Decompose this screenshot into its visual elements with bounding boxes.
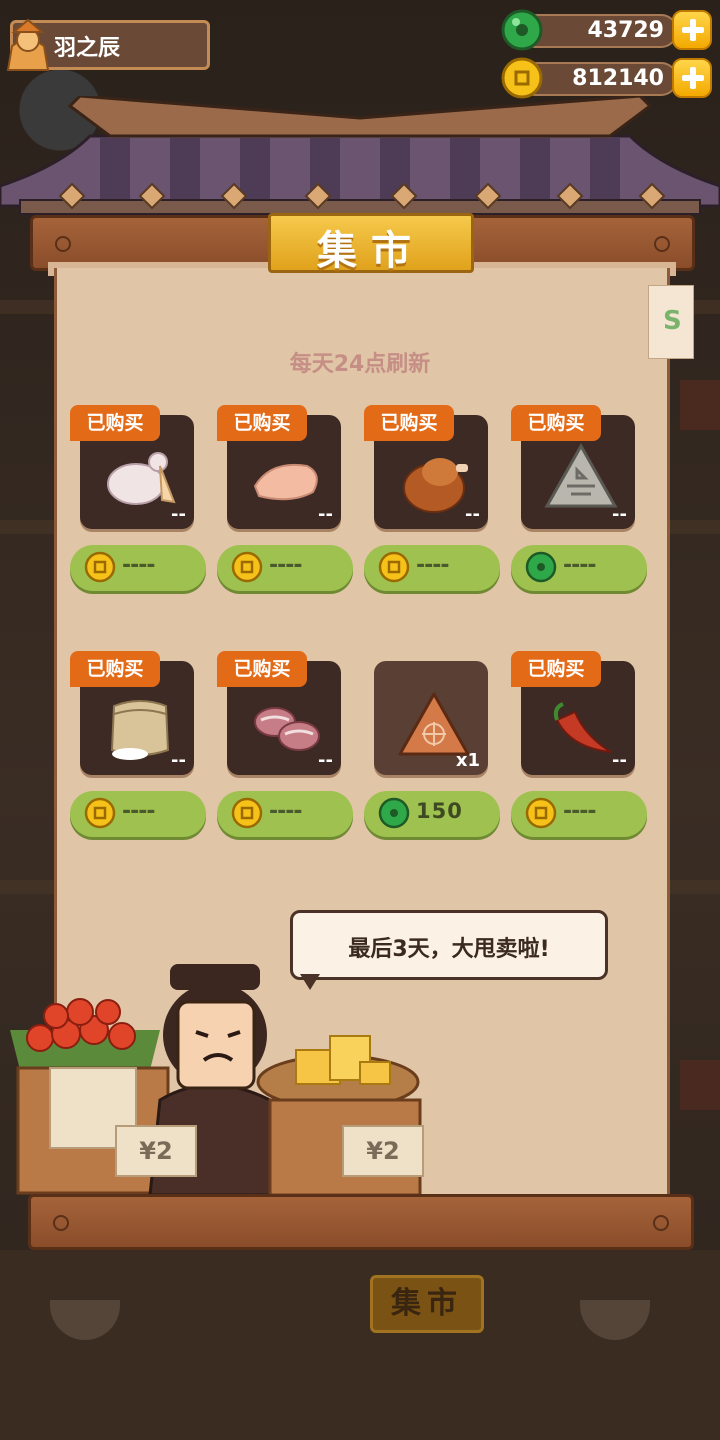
shop-item[interactable]: -- 已购买 ---- [70,405,210,595]
stone-tablet-icon [544,442,618,508]
chili-pepper-icon [553,702,612,753]
coin-amount: 812140 [572,66,664,91]
refresh-note: 每天24点刷新 [289,352,431,377]
buy-button[interactable]: ---- [217,545,353,591]
buy-button[interactable]: ---- [70,545,206,591]
background-stall-sign: 集市 [370,1275,484,1333]
flour-sack-icon [110,700,170,760]
coin-icon [84,551,116,583]
coin-icon [231,551,263,583]
shop-item[interactable]: -- 已购买 ---- [70,651,210,841]
item-quantity: -- [465,504,480,525]
price-text: ---- [416,553,450,578]
price-text: ---- [563,553,597,578]
background-counter [0,1250,720,1440]
purchased-badge: 已购买 [511,651,601,687]
nail-icon [654,236,670,252]
price-text: ---- [122,553,156,578]
price-text: ---- [122,799,156,824]
coin-icon [84,797,116,829]
player-name: 羽之辰 [54,36,121,61]
jade-icon [378,797,410,829]
price-text: ---- [563,799,597,824]
purchased-badge: 已购买 [364,405,454,441]
item-quantity: -- [171,504,186,525]
buy-button[interactable]: ---- [364,545,500,591]
shop-item[interactable]: -- 已购买 ---- [511,405,651,595]
purchased-badge: 已购买 [70,405,160,441]
buy-button[interactable]: ---- [217,791,353,837]
purchased-badge: 已购买 [217,405,307,441]
shop-item[interactable]: -- 已购买 ---- [511,651,651,841]
goose-icon [107,452,176,505]
price-text: ---- [269,553,303,578]
title-plaque: 集市 [268,213,474,274]
shop-item[interactable]: -- 已购买 ---- [217,405,357,595]
tag-glyph: S [663,306,682,336]
add-jade-button[interactable] [672,10,712,50]
coin-icon [378,551,410,583]
price-text: ---- [269,799,303,824]
background-stall-sign-text: 集市 [391,1286,463,1321]
background-decor [680,1060,720,1110]
roast-chicken-icon [403,458,468,513]
stall-price-card-text: ¥2 [366,1137,400,1165]
item-quantity: -- [171,750,186,771]
jade-icon [525,551,557,583]
price-text: 150 [416,799,463,823]
bottom-beam [28,1194,694,1250]
buy-button[interactable]: ---- [70,791,206,837]
shop-item[interactable]: x1 150 [364,651,504,841]
item-slot[interactable]: x1 [374,661,488,775]
item-quantity: -- [612,504,627,525]
jade-amount: 43729 [587,18,664,43]
stall-price-card: ¥2 [342,1125,424,1177]
buy-button[interactable]: ---- [511,791,647,837]
nail-icon [653,1215,669,1231]
purchased-badge: 已购买 [511,405,601,441]
item-quantity: x1 [455,750,480,771]
nail-icon [55,236,71,252]
coin-icon [231,797,263,829]
item-quantity: -- [318,750,333,771]
stall-price-card-text: ¥2 [139,1137,173,1165]
background-decor [680,380,720,430]
jade-icon [501,9,543,51]
pork-belly-icon [254,707,320,751]
shop-item[interactable]: -- 已购买 ---- [217,651,357,841]
chicken-breast-icon [253,464,318,501]
purchased-badge: 已购买 [217,651,307,687]
add-coins-button[interactable] [672,58,712,98]
item-quantity: -- [612,750,627,771]
stall-price-card: ¥2 [115,1125,197,1177]
coin-icon [501,57,543,99]
buy-button[interactable]: ---- [511,545,647,591]
player-avatar-icon[interactable] [2,16,54,72]
market-title: 集市 [317,228,425,274]
coin-icon [525,797,557,829]
nail-icon [53,1215,69,1231]
shop-item[interactable]: -- 已购买 ---- [364,405,504,595]
purchased-badge: 已购买 [70,651,160,687]
item-quantity: -- [318,504,333,525]
buy-button[interactable]: 150 [364,791,500,837]
